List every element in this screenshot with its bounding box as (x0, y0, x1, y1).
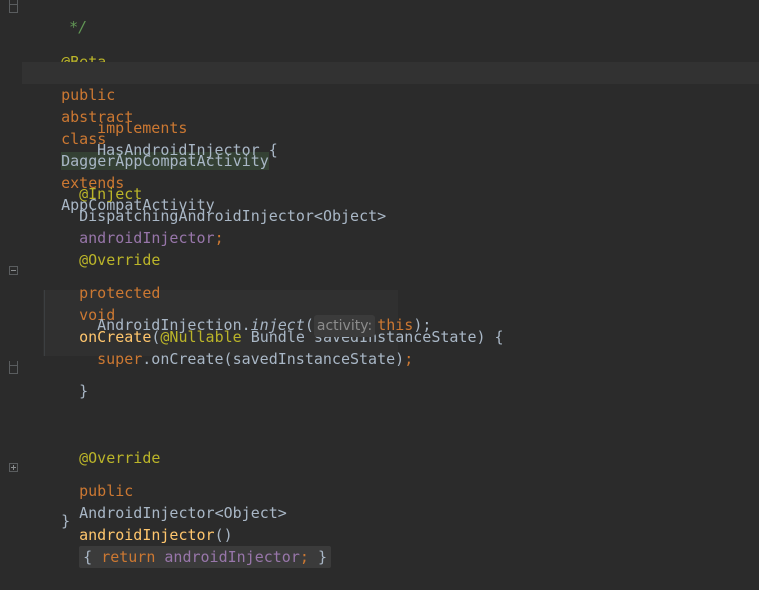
code-line-class-close[interactable]: } (25, 488, 70, 530)
code-line-override[interactable]: @Override (43, 425, 160, 467)
code-line-super-call[interactable]: super.onCreate(savedInstanceState); (61, 326, 413, 368)
code-line-method-close[interactable]: } (43, 358, 88, 400)
keyword-return: return (101, 548, 156, 566)
keyword-super: super (97, 350, 143, 368)
fold-end-icon[interactable] (9, 0, 18, 13)
collapsed-method-body[interactable]: { return androidInjector; } (79, 546, 331, 568)
keyword-implements: implements (97, 119, 188, 137)
interface-name[interactable]: HasAndroidInjector (97, 141, 260, 159)
fold-collapse-icon[interactable] (9, 266, 18, 275)
code-line-oncreate[interactable]: protected void onCreate(@Nullable Bundle… (43, 260, 503, 346)
return-type[interactable]: AndroidInjector<Object> (79, 504, 287, 522)
parens: () (214, 526, 233, 544)
semicolon: ; (214, 229, 224, 247)
class-close-brace: } (61, 512, 71, 530)
fold-expand-icon[interactable] (9, 463, 18, 472)
open-brace: { (259, 141, 278, 159)
keyword-public: public (79, 482, 134, 500)
open-brace: { (83, 548, 93, 566)
code-editor[interactable]: */ @Beta public abstract class DaggerApp… (0, 0, 759, 568)
close-brace: } (79, 382, 89, 400)
super-oncreate-call[interactable]: .onCreate(savedInstanceState) (142, 350, 404, 368)
field-type[interactable]: DispatchingAndroidInjector<Object> (79, 207, 386, 225)
semicolon: ; (404, 350, 414, 368)
code-line-class-declaration[interactable]: public abstract class DaggerAppCompatAct… (22, 62, 759, 214)
fold-end-icon[interactable] (9, 361, 18, 374)
code-line-comment-end[interactable]: */ (33, 0, 87, 36)
field-reference[interactable]: androidInjector (164, 548, 299, 566)
editor-gutter (0, 0, 22, 535)
method-name-android-injector[interactable]: androidInjector (79, 526, 214, 544)
code-line-override[interactable]: @Override (43, 227, 160, 269)
code-line-implements[interactable]: implements HasAndroidInjector { (61, 95, 278, 159)
inject-annotation: @Inject (79, 185, 143, 203)
semicolon: ; (299, 548, 309, 566)
close-brace: } (317, 548, 327, 566)
code-line-inject[interactable]: AndroidInjection.inject(activity: this); (61, 292, 431, 337)
code-line-android-injector[interactable]: public AndroidInjector<Object> androidIn… (43, 458, 331, 568)
close-paren-semicolon: ); (413, 316, 432, 334)
code-line-field[interactable]: @Inject DispatchingAndroidInjector<Objec… (43, 161, 386, 247)
code-line-beta[interactable]: @Beta (25, 29, 106, 71)
